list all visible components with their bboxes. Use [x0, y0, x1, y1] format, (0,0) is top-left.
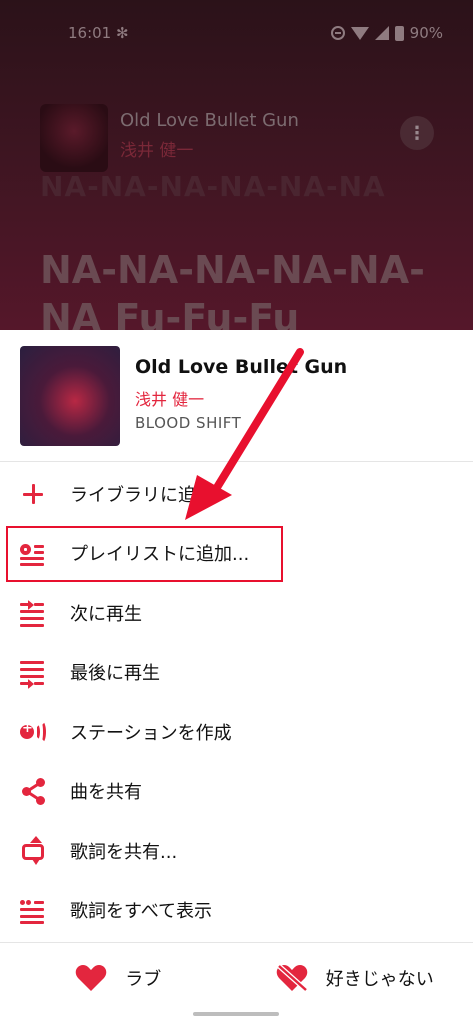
menu-item-play-next[interactable]: 次に再生 — [0, 583, 473, 643]
dislike-label: 好きじゃない — [325, 968, 434, 990]
song-artist[interactable]: 浅井 健一 — [135, 386, 204, 410]
do-not-disturb-icon — [330, 26, 345, 40]
station-icon — [20, 719, 46, 745]
lyric-line-current: NA-NA-NA-NA-NA-NA Fu-Fu-Fu — [40, 248, 425, 330]
menu-item-label: 最後に再生 — [70, 663, 160, 685]
menu-item-share-lyrics[interactable]: 歌詞を共有... — [0, 821, 473, 881]
dislike-button[interactable]: 好きじゃない — [237, 943, 473, 1012]
menu-item-label: 歌詞を共有... — [70, 841, 178, 863]
menu-item-share-song[interactable]: 曲を共有 — [0, 762, 473, 822]
menu-item-full-lyrics[interactable]: 歌詞をすべて表示 — [0, 881, 473, 941]
battery-icon — [394, 25, 404, 41]
menu-item-label: 次に再生 — [70, 603, 142, 625]
lyrics-background: 16:01 ✻ 90% Old Love Bullet Gun 浅井 健一 ⋮ … — [0, 0, 473, 330]
album-artwork — [20, 346, 120, 446]
now-playing-artwork — [40, 104, 108, 172]
share-lyrics-icon — [20, 835, 46, 865]
menu-item-label: ステーションを作成 — [70, 722, 232, 744]
love-button[interactable]: ラブ — [0, 943, 237, 1012]
menu-item-label: ライブラリに追加 — [70, 484, 214, 506]
fan-icon: ✻ — [116, 24, 129, 42]
now-playing-title: Old Love Bullet Gun — [120, 110, 299, 131]
more-options-icon[interactable]: ⋮ — [400, 116, 434, 150]
menu-item-label: 曲を共有 — [70, 782, 142, 804]
plus-icon — [20, 481, 46, 507]
dislike-heart-icon — [276, 963, 308, 992]
song-header: Old Love Bullet Gun 浅井 健一 BLOOD SHIFT — [0, 330, 473, 462]
now-playing-artist: 浅井 健一 — [120, 141, 194, 161]
action-menu: ライブラリに追加 プレイリストに追加... 次に再生 最後に再生 + ステーショ… — [0, 464, 473, 940]
battery-percent: 90% — [409, 24, 443, 42]
menu-item-label: プレイリストに追加... — [70, 544, 250, 566]
heart-icon — [75, 964, 107, 991]
play-last-icon — [20, 659, 46, 690]
status-bar: 16:01 ✻ 90% — [0, 22, 473, 48]
menu-item-add-to-playlist[interactable]: プレイリストに追加... — [0, 524, 473, 584]
action-sheet: Old Love Bullet Gun 浅井 健一 BLOOD SHIFT ライ… — [0, 330, 473, 1024]
home-indicator[interactable] — [193, 1012, 279, 1016]
status-time: 16:01 — [68, 24, 112, 42]
menu-item-label: 歌詞をすべて表示 — [70, 901, 213, 923]
lyric-line-previous: NA-NA-NA-NA-NA-NA — [40, 170, 386, 203]
song-title: Old Love Bullet Gun — [135, 356, 348, 378]
menu-item-add-to-library[interactable]: ライブラリに追加 — [0, 464, 473, 524]
bottom-action-bar: ラブ 好きじゃない — [0, 942, 473, 1012]
menu-item-create-station[interactable]: ステーションを作成 — [0, 702, 473, 762]
wifi-icon — [350, 26, 369, 40]
cellular-icon — [374, 26, 389, 40]
love-label: ラブ — [125, 968, 162, 990]
lyrics-icon — [20, 897, 46, 925]
share-icon — [20, 778, 46, 806]
menu-item-play-last[interactable]: 最後に再生 — [0, 643, 473, 703]
song-album[interactable]: BLOOD SHIFT — [135, 414, 241, 432]
play-next-icon — [20, 599, 46, 627]
playlist-add-icon — [20, 540, 46, 567]
